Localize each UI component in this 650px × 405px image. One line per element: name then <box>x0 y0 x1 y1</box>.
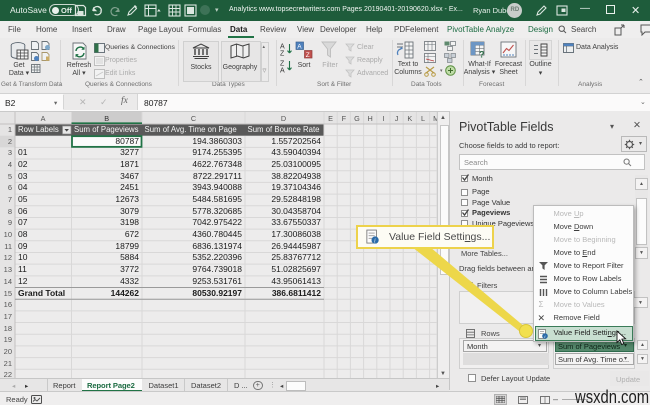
svg-text:Z: Z <box>306 52 310 59</box>
svg-text:A: A <box>280 68 285 74</box>
svg-text:A: A <box>280 44 285 51</box>
svg-text:?: ? <box>479 50 485 59</box>
svg-text:A: A <box>297 43 302 50</box>
svg-text:Z: Z <box>280 51 285 57</box>
svg-text:Z: Z <box>280 61 285 68</box>
